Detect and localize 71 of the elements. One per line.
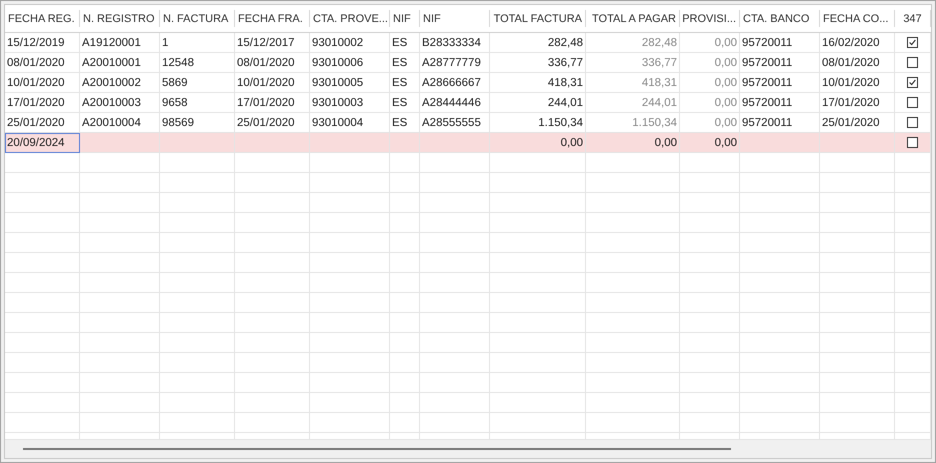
column-header[interactable]: CTA. BANCO <box>740 10 820 27</box>
column-header[interactable]: PROVISI... <box>680 10 740 27</box>
table-cell: 20/09/2024 <box>5 133 80 153</box>
column-header[interactable]: FECHA FRA. <box>235 10 310 27</box>
checkbox[interactable] <box>907 37 918 48</box>
table-cell: 418,31 <box>490 73 586 93</box>
table-cell: 95720011 <box>740 73 820 93</box>
table-cell: 15/12/2019 <box>5 33 80 53</box>
table-cell: 93010006 <box>310 53 390 73</box>
table-cell: B28333334 <box>420 33 490 53</box>
table-cell: 0,00 <box>680 73 740 93</box>
table-cell: 16/02/2020 <box>820 33 895 53</box>
table-cell: 17/01/2020 <box>5 93 80 113</box>
table-cell: 418,31 <box>586 73 680 93</box>
table-cell: 93010002 <box>310 33 390 53</box>
table-cell: A28777779 <box>420 53 490 73</box>
table-cell: 244,01 <box>490 93 586 113</box>
table-cell: A28666667 <box>420 73 490 93</box>
table-cell: A19120001 <box>80 33 160 53</box>
table-cell: 336,77 <box>490 53 586 73</box>
table-cell: 25/01/2020 <box>5 113 80 133</box>
table-cell: A20010003 <box>80 93 160 113</box>
column-header[interactable]: NIF <box>390 10 420 27</box>
table-cell: 15/12/2017 <box>235 33 310 53</box>
table-cell: 282,48 <box>490 33 586 53</box>
table-cell: 17/01/2020 <box>820 93 895 113</box>
table-cell: 95720011 <box>740 33 820 53</box>
table-cell: 9658 <box>160 93 235 113</box>
column-header[interactable]: N. FACTURA <box>160 10 235 27</box>
checkbox[interactable] <box>907 77 918 88</box>
column-header[interactable]: 347 <box>895 10 931 27</box>
column-header[interactable]: N. REGISTRO <box>80 10 160 27</box>
table-cell: 17/01/2020 <box>235 93 310 113</box>
table-cell: A28444446 <box>420 93 490 113</box>
table-cell: ES <box>390 73 420 93</box>
table-cell: 0,00 <box>680 93 740 113</box>
checkbox[interactable] <box>907 137 918 148</box>
checkbox[interactable] <box>907 97 918 108</box>
column-header[interactable]: FECHA REG. <box>5 10 80 27</box>
table-cell: 93010003 <box>310 93 390 113</box>
table-cell: 244,01 <box>586 93 680 113</box>
table-cell: ES <box>390 93 420 113</box>
table-cell: 10/01/2020 <box>5 73 80 93</box>
table-cell: 08/01/2020 <box>820 53 895 73</box>
column-header[interactable]: FECHA CO... <box>820 10 895 27</box>
table-cell: ES <box>390 53 420 73</box>
table-cell: 93010005 <box>310 73 390 93</box>
table-cell: 0,00 <box>680 53 740 73</box>
table-cell: 1 <box>160 33 235 53</box>
table-cell: 336,77 <box>586 53 680 73</box>
table-cell: 95720011 <box>740 93 820 113</box>
table-cell: 08/01/2020 <box>5 53 80 73</box>
table-cell: 5869 <box>160 73 235 93</box>
table-cell: A20010002 <box>80 73 160 93</box>
horizontal-scrollbar[interactable] <box>5 439 931 458</box>
column-header[interactable]: TOTAL A PAGAR <box>586 10 680 27</box>
table-cell: 12548 <box>160 53 235 73</box>
column-header[interactable]: TOTAL FACTURA <box>490 10 586 27</box>
table-cell: 10/01/2020 <box>820 73 895 93</box>
table-cell: 10/01/2020 <box>235 73 310 93</box>
checkbox[interactable] <box>907 117 918 128</box>
table-cell: ES <box>390 33 420 53</box>
table-cell: A20010001 <box>80 53 160 73</box>
checkbox[interactable] <box>907 57 918 68</box>
table-cell: 08/01/2020 <box>235 53 310 73</box>
table-cell: 0,00 <box>680 33 740 53</box>
column-header[interactable]: CTA. PROVE... <box>310 10 390 27</box>
new-row[interactable]: 20/09/2024 0,00 0,00 0,00 <box>5 133 931 153</box>
column-header[interactable]: NIF <box>420 10 490 27</box>
table-cell: 282,48 <box>586 33 680 53</box>
table-cell: 95720011 <box>740 53 820 73</box>
